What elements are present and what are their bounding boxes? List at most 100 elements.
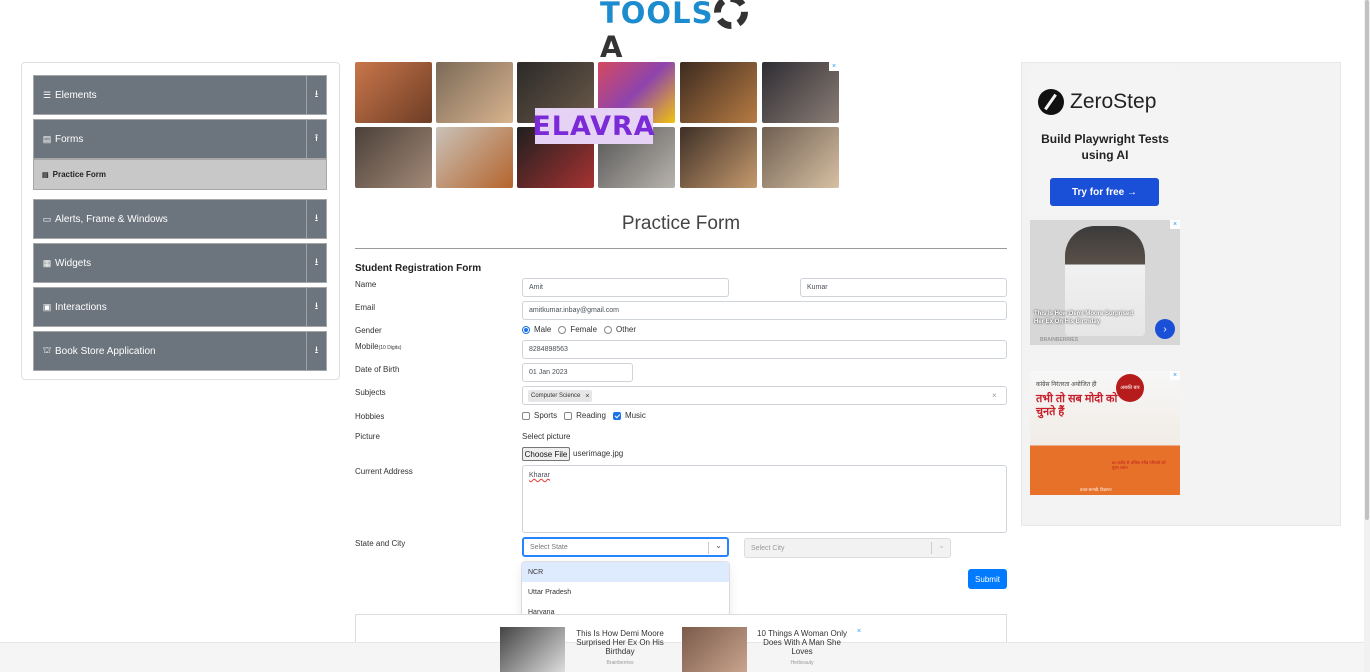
sidebar-group-book-store[interactable]: ⛫ Book Store Application ⭳ [33, 331, 327, 371]
sidebar-group-label: Elements [55, 89, 97, 101]
checkbox-checked[interactable] [612, 411, 621, 420]
mobile-label: Mobile(10 Digits) [355, 342, 401, 351]
gender-other-option[interactable]: Other [604, 325, 636, 334]
subjects-label: Subjects [355, 388, 386, 397]
expand-icon[interactable]: ⭳ [306, 244, 326, 282]
hobby-sports-option[interactable]: Sports [522, 411, 557, 420]
sidebar-group-alerts[interactable]: ▭ Alerts, Frame & Windows ⭳ [33, 199, 327, 239]
chevron-down-icon[interactable]: ⌄ [715, 541, 722, 550]
ad-close-icon[interactable]: × [1170, 220, 1180, 229]
sidebar-group-widgets[interactable]: ▦ Widgets ⭳ [33, 243, 327, 283]
date-of-birth-input[interactable]: 01 Jan 2023 [522, 363, 633, 382]
hobby-music-option[interactable]: Music [612, 411, 646, 420]
subjects-input[interactable] [522, 386, 1007, 405]
sticky-ad-text[interactable]: This Is How Demi Moore Surprised Her Ex … [570, 629, 670, 656]
choose-file-button[interactable]: Choose File [522, 447, 570, 461]
sticky-ad-image[interactable] [500, 627, 565, 672]
sticky-ad-image[interactable] [682, 627, 747, 672]
sidebar-group-elements[interactable]: ☰ Elements ⭳ [33, 75, 327, 115]
current-address-textarea[interactable]: Kharar [522, 465, 1007, 533]
radio-label: Male [534, 325, 552, 334]
window-icon: ▭ [42, 213, 52, 224]
first-name-input[interactable]: Amit [522, 278, 729, 297]
expand-icon[interactable]: ⭳ [306, 76, 326, 114]
checkbox[interactable] [522, 411, 530, 420]
submit-button[interactable]: Submit [968, 569, 1007, 589]
try-for-free-button[interactable]: Try for free → [1050, 178, 1159, 206]
sidebar-group-label: Widgets [55, 257, 92, 269]
radio-button-checked[interactable] [522, 325, 530, 334]
document-icon: ▤ [42, 171, 49, 179]
ad-image [355, 62, 432, 123]
hobby-reading-option[interactable]: Reading [564, 411, 606, 420]
remove-chip-icon[interactable]: × [585, 393, 589, 400]
mobile-input[interactable]: 8284898563 [522, 340, 1007, 359]
ad-close-icon[interactable]: × [1170, 371, 1180, 380]
logo-text: TOOLSA [600, 0, 764, 64]
form-heading: Student Registration Form [355, 263, 482, 274]
sidebar-group-label: Forms [55, 133, 84, 145]
sidebar-group-interactions[interactable]: ▣ Interactions ⭳ [33, 287, 327, 327]
ad-text-small: कांग्रेस निरंतरता अयोजित ही [1036, 382, 1097, 388]
toolsqa-logo[interactable]: TOOLSA [600, 0, 764, 64]
state-placeholder: Select State [530, 543, 568, 551]
address-text: Kharar [529, 472, 551, 479]
collapse-icon[interactable]: ⭱ [306, 120, 326, 158]
radio-button[interactable] [604, 325, 613, 334]
clear-subjects-icon[interactable]: × [992, 391, 997, 400]
email-input[interactable]: amitkumar.inbay@gmail.com [522, 301, 1007, 320]
ad-image [355, 127, 432, 188]
ad-close-icon[interactable]: × [854, 627, 864, 636]
interactions-icon: ▣ [42, 301, 52, 312]
select-picture-label: Select picture [522, 432, 571, 441]
dob-label: Date of Birth [355, 365, 400, 374]
menu-icon: ☰ [42, 89, 52, 100]
city-select[interactable]: Select City ⌄ [744, 538, 951, 558]
ad-badge: अबकी बार [1116, 374, 1144, 402]
checkbox[interactable] [564, 411, 573, 420]
zerostep-logo: ZeroStep [1038, 89, 1156, 115]
name-label: Name [355, 280, 377, 289]
ad-brand-logo: ELAVRA [532, 108, 655, 144]
sticky-ad-brand: Herbeauty [790, 660, 814, 666]
state-city-label: State and City [355, 539, 406, 548]
picture-label: Picture [355, 432, 380, 441]
zerostep-brand: ZeroStep [1070, 90, 1157, 113]
sidebar-group-label: Book Store Application [55, 345, 156, 357]
radio-button[interactable] [558, 325, 567, 334]
state-select[interactable]: Select State ⌄ [522, 537, 729, 557]
radio-label: Female [570, 325, 598, 334]
scrollbar-thumb[interactable] [1365, 0, 1369, 520]
expand-icon[interactable]: ⭳ [306, 332, 326, 370]
sidebar-group-label: Interactions [55, 301, 107, 313]
expand-icon[interactable]: ⭳ [306, 200, 326, 238]
gender-radio-group: Male Female Other [522, 325, 643, 334]
gender-label: Gender [355, 326, 382, 335]
ad-headline: तभी तो सब मोदी को चुनते हैं [1036, 393, 1118, 418]
checkbox-label: Sports [534, 411, 558, 420]
mobile-label-text: Mobile [355, 342, 379, 351]
state-option-ncr[interactable]: NCR [522, 562, 729, 582]
checkbox-label: Music [624, 411, 646, 420]
gender-female-option[interactable]: Female [558, 325, 597, 334]
zerostep-text: Build Playwright Tests using AI [1041, 132, 1169, 162]
gender-male-option[interactable]: Male [522, 325, 551, 334]
ad-image [436, 62, 513, 123]
political-ad[interactable] [1030, 371, 1180, 495]
ad-image [680, 62, 757, 123]
state-option-uttar-pradesh[interactable]: Uttar Pradesh [522, 582, 729, 602]
sticky-ad-brand: Brainberries [606, 660, 634, 666]
last-name-input[interactable]: Kumar [800, 278, 1007, 297]
sticky-ad-text[interactable]: 10 Things A Woman Only Does With A Man S… [752, 629, 852, 656]
arrow-right-icon[interactable]: › [1155, 319, 1175, 339]
file-name: userimage.jpg [573, 449, 624, 458]
sidebar-item-practice-form[interactable]: ▤ Practice Form [33, 159, 327, 190]
ad-close-icon[interactable]: × [829, 62, 839, 71]
hobbies-checkbox-group: Sports Reading Music [522, 411, 653, 420]
expand-icon[interactable]: ⭳ [306, 288, 326, 326]
ad-subtext: 80 करोड़ से अधिक गरीब परिवारों को मुफ्त … [1112, 460, 1166, 470]
widgets-icon: ▦ [42, 257, 52, 268]
sidebar-group-forms[interactable]: ▤ Forms ⭱ [33, 119, 327, 159]
sidebar-accordion: ☰ Elements ⭳ ▤ Forms ⭱ ▤ Practice Form ▭… [21, 62, 340, 380]
ad-image [680, 127, 757, 188]
